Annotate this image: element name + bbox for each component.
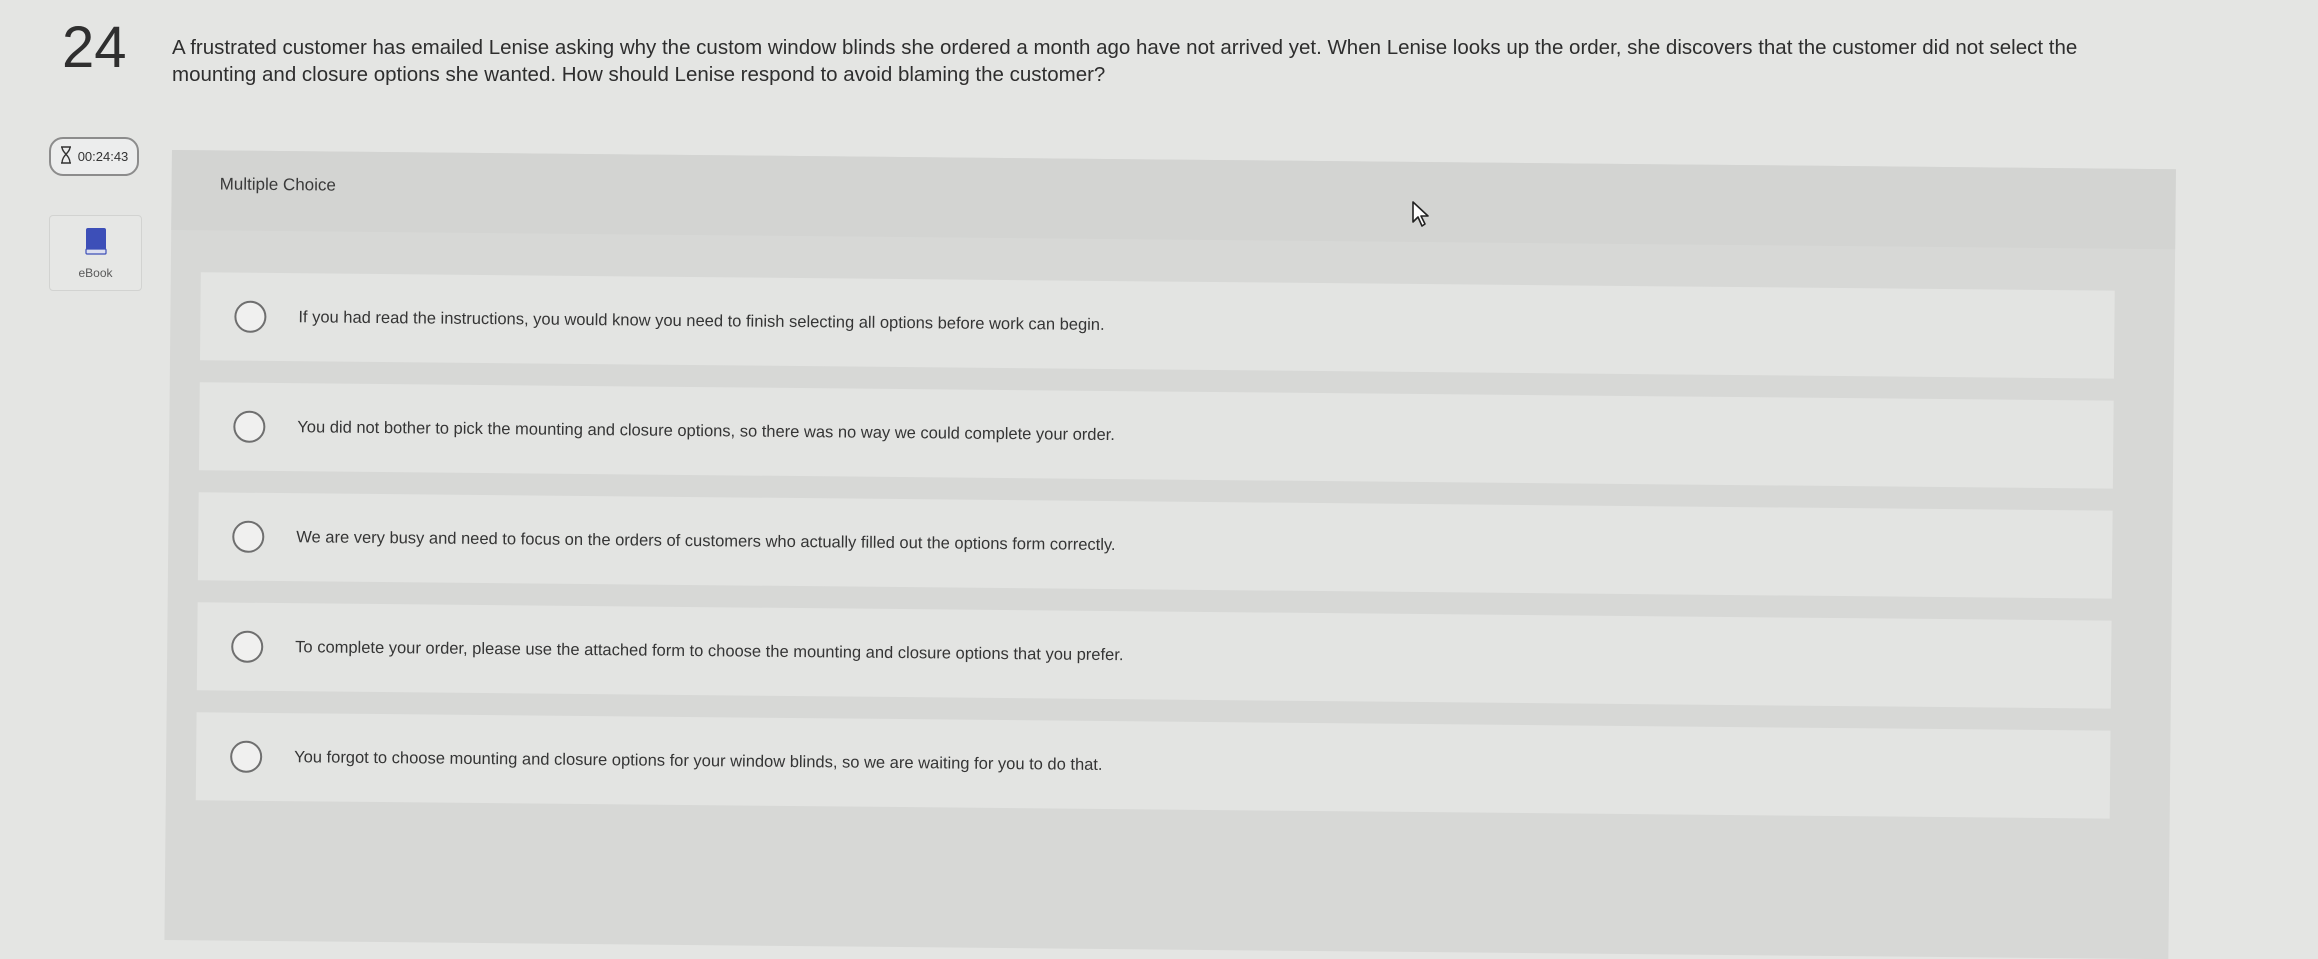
choice-option-3[interactable]: We are very busy and need to focus on th… [197,492,2113,599]
hourglass-icon [60,146,72,167]
book-icon [84,227,107,260]
ebook-button[interactable]: eBook [49,215,142,291]
card-header: Multiple Choice [171,150,2176,250]
radio-button[interactable] [230,740,263,773]
ebook-label: eBook [78,265,113,280]
choice-option-4[interactable]: To complete your order, please use the a… [196,602,2112,709]
radio-button[interactable] [231,630,264,663]
radio-button[interactable] [234,300,267,333]
question-text: A frustrated customer has emailed Lenise… [172,36,2078,86]
choice-option-2[interactable]: You did not bother to pick the mounting … [198,382,2114,489]
mouse-cursor-icon [1411,200,1431,233]
timer-value: 00:24:43 [77,149,129,164]
choice-label: If you had read the instructions, you wo… [298,307,1105,334]
choice-label: You did not bother to pick the mounting … [297,417,1115,444]
question-type-label: Multiple Choice [219,174,336,195]
radio-button[interactable] [232,520,265,553]
choice-option-1[interactable]: If you had read the instructions, you wo… [199,272,2115,379]
radio-button[interactable] [233,410,266,443]
question-card: Multiple Choice If you had read the inst… [164,150,2176,959]
choice-label: We are very busy and need to focus on th… [296,527,1116,554]
choice-option-5[interactable]: You forgot to choose mounting and closur… [195,712,2111,819]
choice-label: To complete your order, please use the a… [295,637,1124,664]
choice-label: You forgot to choose mounting and closur… [294,747,1103,774]
timer[interactable]: 00:24:43 [49,137,139,176]
question-number: 24 [62,15,127,80]
